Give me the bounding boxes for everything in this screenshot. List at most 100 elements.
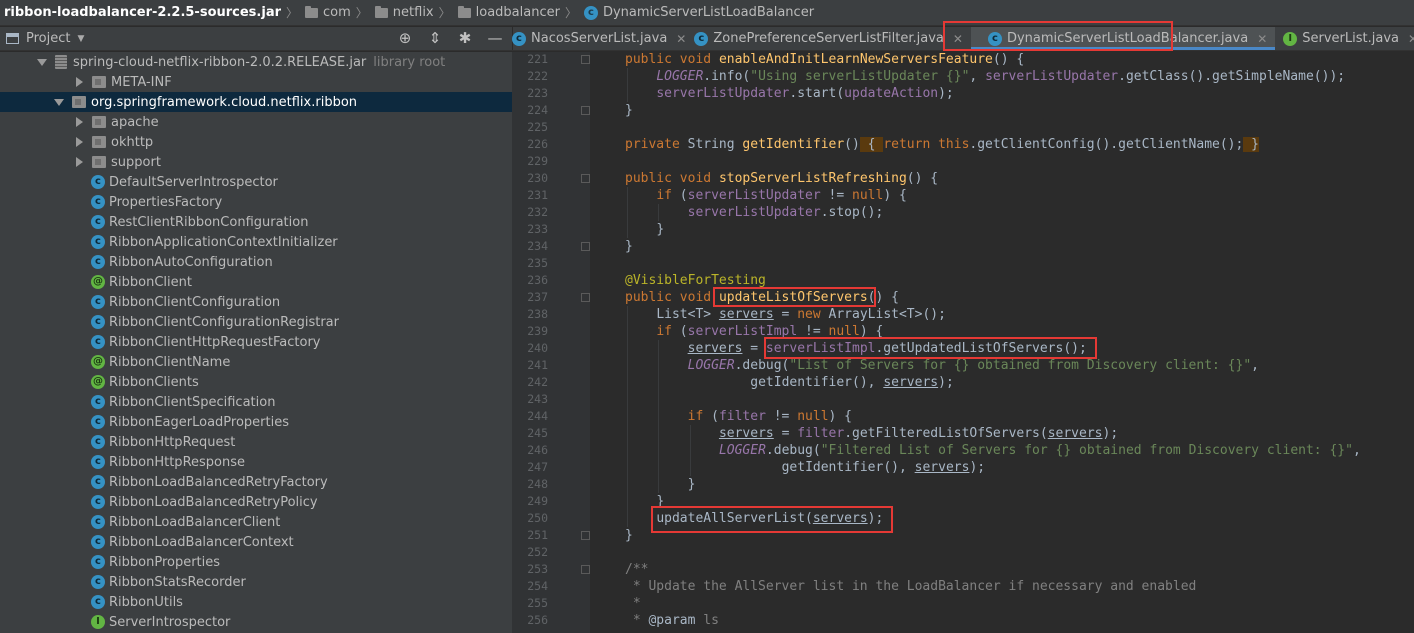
tree-row[interactable]: c RibbonHttpRequest xyxy=(0,432,512,452)
breadcrumb-label: loadbalancer xyxy=(475,5,560,20)
code-line[interactable]: serverListUpdater.stop(); xyxy=(688,204,884,221)
tree-row[interactable]: support xyxy=(0,152,512,172)
breadcrumb-item[interactable]: com xyxy=(305,5,351,20)
close-icon[interactable]: ✕ xyxy=(953,32,963,46)
tree-row[interactable]: c RibbonLoadBalancedRetryPolicy xyxy=(0,492,512,512)
collapse-icon[interactable]: ⇕ xyxy=(426,29,444,47)
minimize-icon[interactable]: — xyxy=(486,29,504,47)
code-line[interactable]: @VisibleForTesting xyxy=(625,272,766,289)
tree-row[interactable]: c RibbonLoadBalancedRetryFactory xyxy=(0,472,512,492)
tree-row[interactable]: c RibbonStatsRecorder xyxy=(0,572,512,592)
code-line[interactable]: public void stopServerListRefreshing() { xyxy=(625,170,938,187)
fold-marker-icon[interactable] xyxy=(581,565,590,574)
gear-icon[interactable]: ✱ xyxy=(456,29,474,47)
code-line[interactable]: List<T> servers = new ArrayList<T>(); xyxy=(656,306,946,323)
code-line[interactable]: LOGGER.debug("List of Servers for {} obt… xyxy=(688,357,1259,374)
code-token: () xyxy=(844,137,860,152)
code-line[interactable]: updateAllServerList(servers); xyxy=(656,510,883,527)
close-icon[interactable]: ✕ xyxy=(1257,32,1267,46)
code-line[interactable]: private String getIdentifier() { return … xyxy=(625,136,1259,153)
code-line[interactable]: if (serverListImpl != null) { xyxy=(656,323,883,340)
tree-row[interactable]: okhttp xyxy=(0,132,512,152)
code-line[interactable]: if (serverListUpdater != null) { xyxy=(656,187,906,204)
code-line[interactable]: } xyxy=(656,221,664,238)
tree-row[interactable]: c RestClientRibbonConfiguration xyxy=(0,212,512,232)
code-token: .getClientConfig().getClientName(); xyxy=(969,137,1244,152)
tree-row[interactable]: c RibbonClientSpecification xyxy=(0,392,512,412)
code-line[interactable]: getIdentifier(), servers); xyxy=(782,459,986,476)
code-line[interactable]: LOGGER.info("Using serverListUpdater {}"… xyxy=(656,68,1345,85)
close-icon[interactable]: ✕ xyxy=(1408,32,1414,46)
tree-row[interactable]: c DefaultServerIntrospector xyxy=(0,172,512,192)
tree-row[interactable]: @ RibbonClientName xyxy=(0,352,512,372)
fold-marker-icon[interactable] xyxy=(581,531,590,540)
code-line[interactable]: getIdentifier(), servers); xyxy=(750,374,954,391)
tree-row[interactable]: spring-cloud-netflix-ribbon-2.0.2.RELEAS… xyxy=(0,52,512,72)
code-line[interactable]: } xyxy=(625,238,633,255)
breadcrumb-separator-icon: 〉 xyxy=(564,6,577,20)
code-token: @param xyxy=(648,613,704,628)
tree-row[interactable]: @ RibbonClient xyxy=(0,272,512,292)
crosshair-icon[interactable]: ⊕ xyxy=(396,29,414,47)
code-line[interactable]: servers = serverListImpl.getUpdatedListO… xyxy=(688,340,1087,357)
code-line[interactable]: * xyxy=(625,595,641,612)
breadcrumb-item[interactable]: loadbalancer xyxy=(457,5,560,20)
tree-row[interactable]: c PropertiesFactory xyxy=(0,192,512,212)
editor-tabs: c NacosServerList.java ✕ c ZonePreferenceSer… xyxy=(512,27,1414,51)
tree-row[interactable]: c RibbonLoadBalancerContext xyxy=(0,532,512,552)
tree-row[interactable]: c RibbonAutoConfiguration xyxy=(0,252,512,272)
code-line[interactable]: /** xyxy=(625,561,648,578)
tree-row[interactable]: c RibbonEagerLoadProperties xyxy=(0,412,512,432)
code-line[interactable]: } xyxy=(625,102,633,119)
code-line[interactable]: public void updateListOfServers() { xyxy=(625,289,899,306)
tab-server-list[interactable]: I ServerList.java ✕ xyxy=(1275,27,1414,50)
tree-row[interactable]: apache xyxy=(0,112,512,132)
breadcrumb-item[interactable]: netflix xyxy=(374,5,434,20)
tab-nacos-server-list[interactable]: c NacosServerList.java ✕ xyxy=(512,27,694,50)
project-view-selector[interactable]: Project xyxy=(26,31,70,46)
code-line[interactable]: } xyxy=(656,493,664,510)
expand-arrow-icon[interactable] xyxy=(54,98,64,106)
code-line[interactable]: } xyxy=(688,476,696,493)
tree-row[interactable]: c RibbonApplicationContextInitializer xyxy=(0,232,512,252)
close-icon[interactable]: ✕ xyxy=(676,32,686,46)
collapse-arrow-icon[interactable] xyxy=(76,77,83,87)
line-number: 223 xyxy=(527,86,548,100)
tab-zone-preference-server-list-filter[interactable]: c ZonePreferenceServerListFilter.java ✕ xyxy=(694,27,971,50)
tree-row[interactable]: c RibbonHttpResponse xyxy=(0,452,512,472)
breadcrumb-item[interactable]: ribbon-loadbalancer-2.2.5-sources.jar xyxy=(4,5,281,20)
fold-marker-icon[interactable] xyxy=(581,55,590,64)
tab-dynamic-server-list-load-balancer[interactable]: c DynamicServerListLoadBalancer.java ✕ xyxy=(970,27,1276,50)
tree-row[interactable]: c RibbonProperties xyxy=(0,552,512,572)
code-line[interactable]: * Update the AllServer list in the LoadB… xyxy=(625,578,1197,595)
tree-row[interactable]: c RibbonClientHttpRequestFactory xyxy=(0,332,512,352)
code-token: () { xyxy=(867,290,899,305)
code-line[interactable]: } xyxy=(625,527,633,544)
code-line[interactable]: servers = filter.getFilteredListOfServer… xyxy=(719,425,1118,442)
code-line[interactable]: if (filter != null) { xyxy=(688,408,852,425)
tree-row[interactable]: @ RibbonClients xyxy=(0,372,512,392)
expand-arrow-icon[interactable] xyxy=(37,58,47,66)
tree-row[interactable]: c RibbonClientConfigurationRegistrar xyxy=(0,312,512,332)
fold-marker-icon[interactable] xyxy=(581,293,590,302)
code-line[interactable]: * @param ls xyxy=(625,612,719,629)
code-editor[interactable]: 221 222 223 224 225 226 229 230 231 232 233 234 235 2… xyxy=(512,52,1414,633)
collapse-arrow-icon[interactable] xyxy=(76,117,83,127)
code-line[interactable]: serverListUpdater.start(updateAction); xyxy=(656,85,953,102)
fold-marker-icon[interactable] xyxy=(581,242,590,251)
chevron-down-icon[interactable]: ▼ xyxy=(77,34,84,44)
tree-row[interactable]: I ServerIntrospector xyxy=(0,612,512,632)
tree-row[interactable]: META-INF xyxy=(0,72,512,92)
collapse-arrow-icon[interactable] xyxy=(76,157,83,167)
code-line[interactable]: LOGGER.debug("Filtered List of Servers f… xyxy=(719,442,1361,459)
breadcrumb-item[interactable]: c DynamicServerListLoadBalancer xyxy=(583,5,814,20)
breadcrumb-label: netflix xyxy=(392,5,434,20)
tree-row[interactable]: org.springframework.cloud.netflix.ribbon xyxy=(0,92,512,112)
code-line[interactable]: public void enableAndInitLearnNewServers… xyxy=(625,52,1024,68)
tree-row[interactable]: c RibbonLoadBalancerClient xyxy=(0,512,512,532)
fold-marker-icon[interactable] xyxy=(581,106,590,115)
tree-row[interactable]: c RibbonClientConfiguration xyxy=(0,292,512,312)
collapse-arrow-icon[interactable] xyxy=(76,137,83,147)
tree-row[interactable]: c RibbonUtils xyxy=(0,592,512,612)
fold-marker-icon[interactable] xyxy=(581,174,590,183)
